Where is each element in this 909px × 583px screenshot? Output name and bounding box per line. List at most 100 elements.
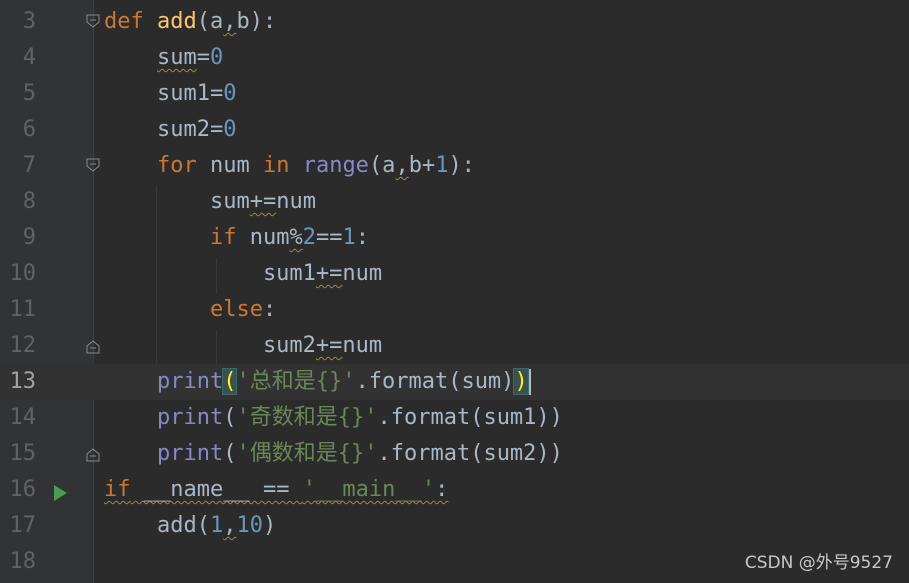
code-token: %	[289, 225, 303, 250]
line-number: 14	[9, 405, 37, 430]
code-line[interactable]: 4 sum=0	[0, 40, 909, 76]
code-line[interactable]: 14 print('奇数和是{}'.format(sum1))	[0, 400, 909, 436]
code-token: in	[262, 153, 303, 178]
code-token: __name__ ==	[130, 477, 303, 502]
code-token: print	[156, 369, 224, 394]
code-line[interactable]: 15 print('偶数和是{}'.format(sum2))	[0, 436, 909, 472]
code-line[interactable]: 7 for num in range(a,b+1):	[0, 148, 909, 184]
code-token: :	[355, 225, 369, 250]
code-token: else	[209, 297, 263, 322]
code-token: sum1=	[104, 81, 224, 106]
code-token: (	[223, 441, 237, 466]
code-text[interactable]: sum=0	[104, 40, 223, 76]
code-line[interactable]: 13 print('总和是{}'.format(sum))	[0, 364, 909, 400]
line-number: 7	[22, 153, 36, 178]
line-number: 10	[9, 261, 37, 286]
code-text[interactable]: if num%2==1:	[104, 220, 369, 256]
code-token: num	[342, 333, 383, 358]
line-number: 12	[9, 333, 37, 358]
code-text[interactable]: print('奇数和是{}'.format(sum1))	[104, 400, 563, 436]
code-token: 1	[342, 225, 356, 250]
code-token: def	[104, 9, 157, 34]
code-text[interactable]: sum1=0	[104, 76, 237, 112]
line-number: 6	[22, 117, 36, 142]
fold-open-icon[interactable]	[86, 158, 100, 172]
code-text[interactable]: sum1+=num	[104, 256, 382, 292]
code-token: sum	[104, 189, 250, 214]
code-token: ,	[395, 153, 409, 178]
code-token: 总和是	[249, 369, 316, 394]
code-text[interactable]: print('偶数和是{}'.format(sum2))	[104, 436, 563, 472]
code-line[interactable]: 11 else:	[0, 292, 909, 328]
code-token: num	[249, 225, 290, 250]
code-token: sum2=	[104, 117, 224, 142]
code-text[interactable]: print('总和是{}'.format(sum))	[104, 364, 531, 400]
code-token: .format(sum1))	[377, 405, 563, 430]
code-token: )	[513, 368, 529, 395]
line-number: 3	[22, 9, 36, 34]
code-token: 2	[302, 225, 316, 250]
line-number: 13	[9, 369, 37, 394]
code-token: +=	[249, 189, 277, 214]
code-token: '__main__'	[302, 477, 436, 502]
code-token: :	[435, 477, 449, 502]
code-line[interactable]: 17 add(1,10)	[0, 508, 909, 544]
code-line[interactable]: 12 sum2+=num	[0, 328, 909, 364]
code-line[interactable]: 9 if num%2==1:	[0, 220, 909, 256]
code-token: sum	[156, 45, 197, 70]
code-token: 1	[435, 153, 449, 178]
code-token: 10	[236, 513, 263, 538]
fold-open-icon[interactable]	[86, 14, 100, 28]
code-token: {}'	[315, 369, 356, 394]
line-number: 15	[9, 441, 37, 466]
code-token: :	[262, 297, 277, 322]
code-token: num	[209, 153, 263, 178]
code-token: ):	[448, 153, 475, 178]
code-text[interactable]: sum2=0	[104, 112, 237, 148]
code-text[interactable]: sum2+=num	[104, 328, 382, 364]
code-token: print	[156, 405, 224, 430]
code-line[interactable]: 16 if __name__ == '__main__':	[0, 472, 909, 508]
code-token: )	[262, 513, 277, 538]
code-token: 奇数和是	[249, 405, 338, 430]
code-token: b+	[408, 153, 436, 178]
code-text[interactable]: if __name__ == '__main__':	[104, 472, 448, 508]
code-token: +=	[315, 333, 343, 358]
code-line[interactable]: 10 sum1+=num	[0, 256, 909, 292]
code-line[interactable]: 8 sum+=num	[0, 184, 909, 220]
code-text[interactable]: else:	[104, 292, 276, 328]
code-text[interactable]: sum+=num	[104, 184, 316, 220]
code-token: '	[236, 441, 250, 466]
code-text[interactable]: for num in range(a,b+1):	[104, 148, 475, 184]
fold-close-icon[interactable]	[86, 340, 100, 354]
code-line[interactable]: 5 sum1=0	[0, 76, 909, 112]
code-token: 0	[209, 45, 224, 70]
line-number: 8	[22, 189, 36, 214]
code-token: range	[302, 153, 369, 178]
code-token: (a	[368, 153, 396, 178]
code-text[interactable]: def add(a,b):	[104, 4, 276, 40]
code-token: =	[196, 45, 210, 70]
code-token: 0	[223, 117, 237, 142]
code-token: if	[209, 225, 250, 250]
code-token: (a	[196, 9, 224, 34]
code-token: (	[223, 405, 237, 430]
code-token: .format(sum)	[355, 369, 515, 394]
code-token: +=	[315, 261, 343, 286]
code-token: num	[276, 189, 316, 214]
line-number: 4	[22, 45, 36, 70]
fold-close-icon[interactable]	[86, 448, 100, 462]
code-token: if __name__ == '__main__':	[104, 477, 448, 502]
line-number: 16	[9, 477, 37, 502]
line-number: 18	[9, 549, 37, 574]
code-text[interactable]: add(1,10)	[104, 508, 276, 544]
code-token: (	[222, 368, 238, 395]
code-line[interactable]: 6 sum2=0	[0, 112, 909, 148]
code-token: {}'	[337, 405, 378, 430]
code-line[interactable]: 3 def add(a,b):	[0, 4, 909, 40]
run-icon[interactable]	[50, 483, 70, 503]
